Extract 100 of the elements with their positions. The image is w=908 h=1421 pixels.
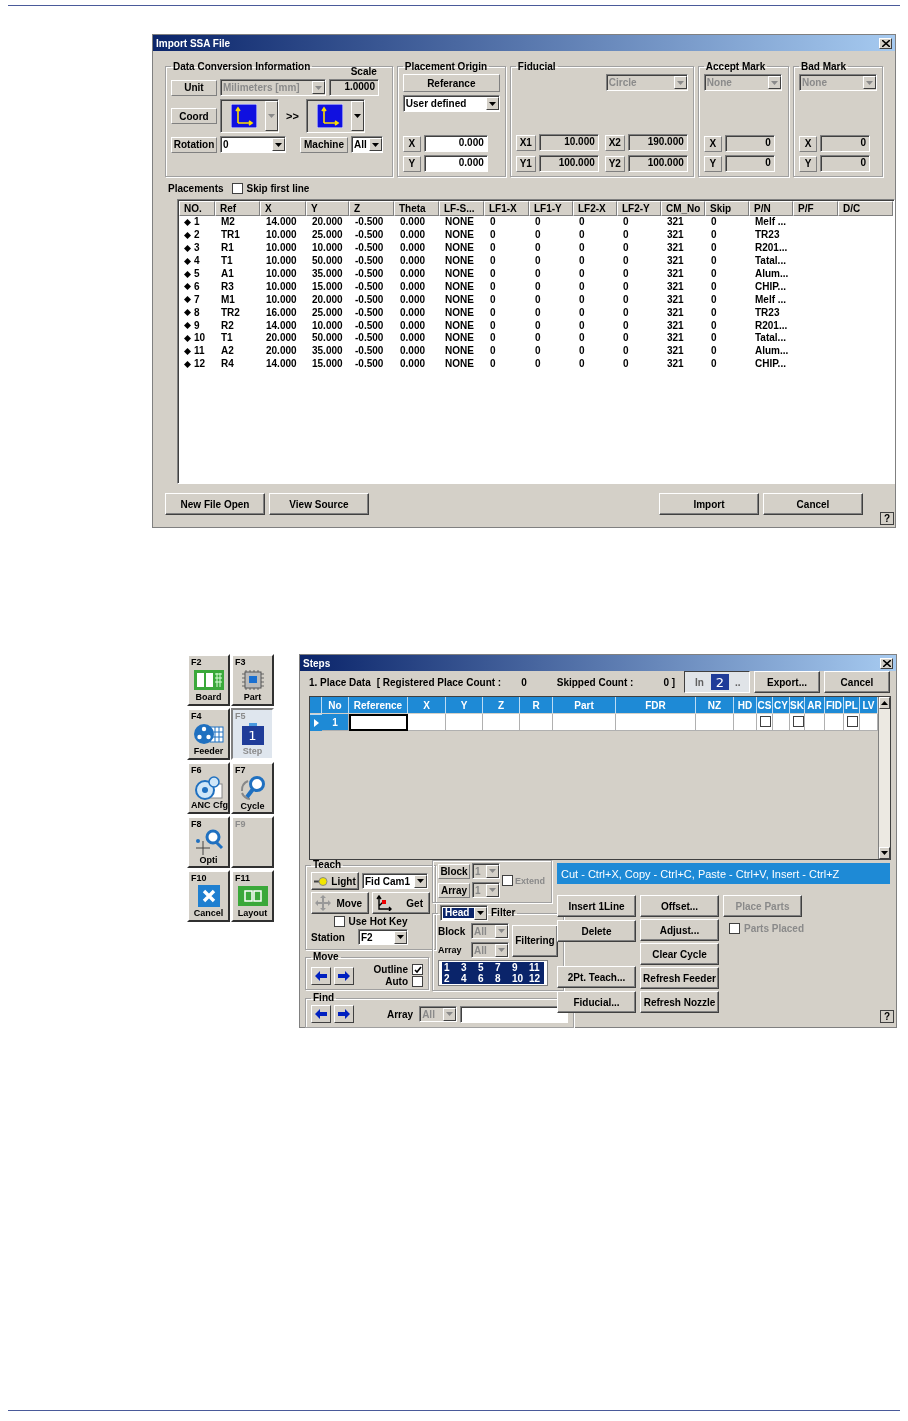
column-header[interactable]: CM_No: [661, 201, 705, 216]
close-button[interactable]: [880, 657, 893, 669]
light-button[interactable]: Light: [311, 872, 359, 890]
column-header[interactable]: FDR: [616, 697, 696, 713]
action-button[interactable]: Fiducial...: [557, 991, 636, 1013]
close-button[interactable]: [879, 37, 892, 49]
action-button[interactable]: Refresh Nozzle: [640, 991, 719, 1013]
function-key-button[interactable]: F7 Cycle: [231, 762, 274, 814]
column-header[interactable]: Z: [349, 201, 394, 216]
column-header[interactable]: SK: [790, 697, 805, 713]
scrollbar[interactable]: [878, 697, 890, 859]
dropdown[interactable]: F2: [358, 929, 408, 945]
list-item[interactable]: 5: [476, 962, 493, 973]
column-header[interactable]: LF1-Y: [529, 201, 573, 216]
action-button[interactable]: Adjust...: [640, 919, 719, 941]
column-header[interactable]: CY: [773, 697, 790, 713]
dropdown[interactable]: All: [351, 136, 383, 153]
column-header[interactable]: Y: [306, 201, 349, 216]
column-header[interactable]: LF2-Y: [617, 201, 661, 216]
function-key-button[interactable]: F4 Feeder: [187, 708, 230, 760]
action-button[interactable]: Offset...: [640, 895, 719, 917]
column-header[interactable]: P/N: [749, 201, 793, 216]
checkbox[interactable]: [333, 916, 345, 927]
list-item[interactable]: 6: [476, 973, 493, 984]
action-button[interactable]: Refresh Feeder: [640, 967, 719, 989]
checkbox[interactable]: [412, 976, 423, 987]
dropdown[interactable]: Head: [440, 905, 488, 921]
cell-editor[interactable]: [349, 714, 408, 731]
list-item[interactable]: 2: [442, 973, 459, 984]
column-header[interactable]: P/F: [793, 201, 838, 216]
filtering-button[interactable]: Filtering: [512, 924, 558, 957]
column-header[interactable]: FID: [825, 697, 844, 713]
search-field[interactable]: [460, 1005, 569, 1023]
function-key-button[interactable]: F2 Board: [187, 654, 230, 706]
column-header[interactable]: Y: [446, 697, 483, 713]
action-button[interactable]: Clear Cycle: [640, 943, 719, 965]
column-header[interactable]: NO.: [179, 201, 215, 216]
column-header[interactable]: LF2-X: [573, 201, 617, 216]
checkbox[interactable]: [847, 716, 858, 727]
column-header[interactable]: Z: [483, 697, 520, 713]
action-button[interactable]: 2Pt. Teach...: [557, 966, 636, 988]
help-button[interactable]: ?: [880, 1010, 894, 1023]
column-header[interactable]: LF1-X: [484, 201, 529, 216]
dropdown[interactable]: User defined: [402, 95, 500, 112]
dialog-button[interactable]: In 2 ..: [684, 671, 750, 693]
list-item[interactable]: 1: [442, 962, 459, 973]
column-header[interactable]: LF-S...: [439, 201, 484, 216]
help-button[interactable]: ?: [880, 512, 894, 525]
column-header[interactable]: Part: [553, 697, 616, 713]
dialog-button[interactable]: New File Open: [165, 493, 265, 515]
action-button[interactable]: Insert 1Line: [557, 895, 636, 917]
right-arrow-button[interactable]: [334, 1005, 354, 1023]
list-item[interactable]: 4: [459, 973, 476, 984]
list-item[interactable]: 7: [493, 962, 510, 973]
list-item[interactable]: 11: [527, 962, 544, 973]
function-key-button[interactable]: F10 Cancel: [187, 870, 230, 922]
column-header[interactable]: D/C: [838, 201, 893, 216]
function-key-button[interactable]: F8 Opti: [187, 816, 230, 868]
get-button[interactable]: Get: [372, 892, 430, 914]
column-header[interactable]: Theta: [394, 201, 439, 216]
left-arrow-button[interactable]: [311, 1005, 331, 1023]
list-item[interactable]: 9: [510, 962, 527, 973]
dropdown[interactable]: [305, 99, 365, 133]
column-header[interactable]: R: [520, 697, 553, 713]
dropdown[interactable]: Fid Cam1: [362, 873, 428, 889]
column-header[interactable]: Ref: [215, 201, 260, 216]
dialog-button[interactable]: View Source: [269, 493, 369, 515]
checkbox[interactable]: [412, 964, 423, 975]
text-field[interactable]: 0.000: [423, 135, 488, 152]
column-header[interactable]: CS: [757, 697, 773, 713]
column-header[interactable]: X: [260, 201, 306, 216]
function-key-button[interactable]: F11 Layout: [231, 870, 274, 922]
dialog-button[interactable]: Import: [659, 493, 759, 515]
function-key-button[interactable]: F3 Part: [231, 654, 274, 706]
checkbox[interactable]: [760, 716, 771, 727]
column-header[interactable]: HD: [734, 697, 757, 713]
list-item[interactable]: 3: [459, 962, 476, 973]
left-arrow-button[interactable]: [311, 966, 331, 985]
action-button[interactable]: Delete: [557, 920, 636, 942]
row-pointer-icon[interactable]: [310, 714, 322, 731]
column-header[interactable]: PL: [844, 697, 860, 713]
dialog-button[interactable]: Cancel: [824, 671, 890, 693]
dialog-button[interactable]: Cancel: [763, 493, 863, 515]
function-key-button[interactable]: F6 ANC Cfg: [187, 762, 230, 814]
list-item[interactable]: 10: [510, 973, 527, 984]
checkbox[interactable]: [793, 716, 804, 727]
column-header[interactable]: No: [322, 697, 349, 713]
text-field[interactable]: 0.000: [423, 155, 488, 172]
column-header[interactable]: Skip: [705, 201, 749, 216]
checkbox[interactable]: [231, 182, 243, 194]
function-key-button[interactable]: F5 1 Step: [231, 708, 274, 760]
column-header[interactable]: LV: [860, 697, 878, 713]
list-item[interactable]: 8: [493, 973, 510, 984]
right-arrow-button[interactable]: [334, 966, 354, 985]
dropdown[interactable]: 0: [220, 136, 286, 153]
column-header[interactable]: Reference: [349, 697, 408, 713]
move-button[interactable]: Move: [311, 892, 369, 914]
dialog-button[interactable]: Export...: [754, 671, 820, 693]
list-item[interactable]: 12: [527, 973, 544, 984]
column-header[interactable]: AR: [805, 697, 825, 713]
